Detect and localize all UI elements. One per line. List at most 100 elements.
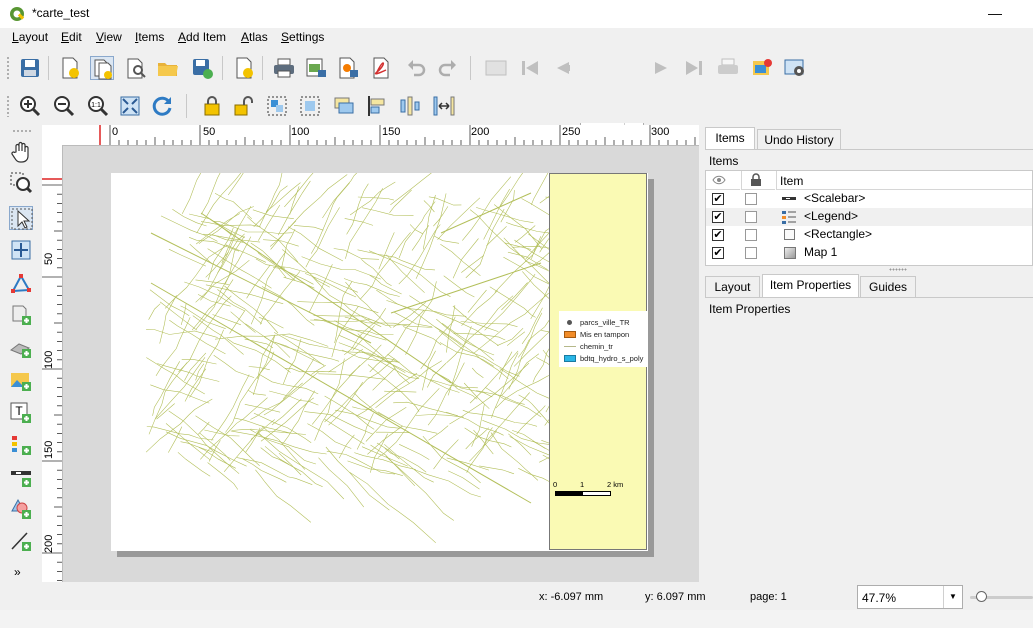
legend-item[interactable]: parcs_ville_TR Mis en tampon chemin_tr b… <box>559 311 647 367</box>
distribute-items-icon[interactable] <box>398 94 422 118</box>
group-items-icon[interactable] <box>265 94 289 118</box>
zoom-combobox[interactable]: 47.7% ▼ <box>857 585 963 609</box>
add-map-icon[interactable] <box>9 303 33 327</box>
ruler-label: 250 <box>562 126 581 138</box>
undo-icon[interactable] <box>404 56 428 80</box>
resize-items-icon[interactable] <box>432 94 456 118</box>
splitter-handle[interactable] <box>889 268 907 271</box>
menu-view[interactable]: View <box>96 30 122 44</box>
add-polyline-icon[interactable] <box>9 529 33 553</box>
map-item[interactable] <box>111 173 549 551</box>
ruler-label: 50 <box>203 126 216 138</box>
visibility-checkbox[interactable]: ✔ <box>712 229 724 241</box>
menu-settings[interactable]: Settings <box>281 30 324 44</box>
tab-item-properties[interactable]: Item Properties <box>762 274 859 297</box>
next-feature-icon[interactable] <box>650 56 674 80</box>
refresh-icon[interactable] <box>150 94 174 118</box>
new-layout-icon[interactable] <box>58 56 82 80</box>
column-visibility[interactable] <box>706 171 740 190</box>
zoom-full-icon[interactable] <box>118 94 142 118</box>
print-icon[interactable] <box>272 56 296 80</box>
select-move-item-icon[interactable] <box>9 206 33 230</box>
column-lock[interactable] <box>741 171 775 190</box>
raise-items-icon[interactable] <box>332 94 356 118</box>
add-pages-icon[interactable] <box>232 56 256 80</box>
add-label-icon[interactable]: T <box>9 401 33 425</box>
menu-atlas[interactable]: Atlas <box>241 30 268 44</box>
atlas-preview-icon[interactable] <box>484 56 508 80</box>
add-3d-map-icon[interactable] <box>9 336 33 360</box>
tree-row-rectangle[interactable]: ✔ <Rectangle> <box>706 226 1032 244</box>
toolbar-grip[interactable] <box>6 56 10 80</box>
scalebar-item[interactable]: 0 1 2 km <box>551 480 641 504</box>
tab-guides[interactable]: Guides <box>860 276 916 297</box>
layout-canvas[interactable]: parcs_ville_TR Mis en tampon chemin_tr b… <box>63 146 699 582</box>
menu-layout[interactable]: Layout <box>12 30 48 44</box>
save-template-icon[interactable] <box>190 56 214 80</box>
save-layout-icon[interactable] <box>18 56 42 80</box>
duplicate-layout-icon[interactable] <box>90 56 114 80</box>
edit-nodes-icon[interactable] <box>9 271 33 295</box>
lock-checkbox[interactable] <box>745 247 757 259</box>
lock-items-icon[interactable] <box>200 94 224 118</box>
page-readout: page: 1 <box>750 591 787 603</box>
tree-row-scalebar[interactable]: ✔ <Scalebar> <box>706 190 1032 208</box>
layout-page[interactable]: parcs_ville_TR Mis en tampon chemin_tr b… <box>111 173 648 551</box>
tab-items[interactable]: Items <box>705 127 755 150</box>
add-legend-icon[interactable] <box>9 433 33 457</box>
lock-checkbox[interactable] <box>745 193 757 205</box>
visibility-checkbox[interactable]: ✔ <box>712 193 724 205</box>
pan-hand-icon[interactable] <box>9 140 33 164</box>
slider-handle[interactable] <box>976 591 987 602</box>
tab-undo-history[interactable]: Undo History <box>757 129 841 150</box>
move-item-content-icon[interactable] <box>9 238 33 262</box>
add-scalebar-icon[interactable] <box>9 465 33 489</box>
separator <box>262 56 263 80</box>
tree-row-legend[interactable]: ✔ <Legend> <box>706 208 1032 226</box>
zoom-out-icon[interactable] <box>52 94 76 118</box>
print-atlas-icon[interactable] <box>716 56 740 80</box>
chevron-down-icon[interactable]: ▼ <box>943 586 962 608</box>
toolbar-grip[interactable] <box>6 95 10 117</box>
menu-items[interactable]: Items <box>135 30 164 44</box>
add-picture-icon[interactable] <box>9 369 33 393</box>
redo-icon[interactable] <box>436 56 460 80</box>
visibility-checkbox[interactable]: ✔ <box>712 247 724 259</box>
items-tree[interactable]: Item ✔ <Scalebar> ✔ <Legend> ✔ <Rectangl… <box>705 170 1033 266</box>
unlock-items-icon[interactable] <box>232 94 256 118</box>
open-template-icon[interactable] <box>156 56 180 80</box>
lock-checkbox[interactable] <box>745 229 757 241</box>
right-dock: Items Undo History Items Item ✔ <Scaleba… <box>703 125 1033 585</box>
export-atlas-icon[interactable] <box>750 56 774 80</box>
menu-add-item[interactable]: Add Item <box>178 30 226 44</box>
ruler-label: 50 <box>43 252 55 265</box>
zoom-actual-icon[interactable]: 1:1 <box>86 94 110 118</box>
zoom-tool-icon[interactable] <box>9 171 33 195</box>
align-left-icon[interactable] <box>365 94 389 118</box>
fill-symbol-icon <box>564 331 576 338</box>
visibility-checkbox[interactable]: ✔ <box>712 211 724 223</box>
minimize-button[interactable]: — <box>975 0 1015 28</box>
first-feature-icon[interactable] <box>518 56 542 80</box>
tab-layout[interactable]: Layout <box>705 276 760 297</box>
tree-row-map[interactable]: ✔ Map 1 <box>706 244 1032 262</box>
zoom-in-icon[interactable] <box>18 94 42 118</box>
column-item[interactable]: Item <box>776 171 1032 190</box>
last-feature-icon[interactable] <box>682 56 706 80</box>
zoom-slider[interactable] <box>970 590 1033 604</box>
export-pdf-icon[interactable] <box>370 56 394 80</box>
toolbox-grip[interactable] <box>12 129 32 133</box>
export-svg-icon[interactable] <box>336 56 360 80</box>
more-tools-chevron-icon[interactable]: » <box>14 565 21 579</box>
ungroup-items-icon[interactable] <box>298 94 322 118</box>
export-image-icon[interactable] <box>304 56 328 80</box>
cursor-x-readout: x: -6.097 mm <box>539 591 604 603</box>
vertical-ruler[interactable]: 50 100 150 200 <box>42 145 63 582</box>
horizontal-ruler[interactable]: 0 50 100 150 200 250 300 <box>42 125 699 146</box>
menu-edit[interactable]: Edit <box>61 30 82 44</box>
previous-feature-icon[interactable] <box>550 56 574 80</box>
lock-checkbox[interactable] <box>745 211 757 223</box>
add-shape-icon[interactable] <box>9 497 33 521</box>
atlas-settings-icon[interactable] <box>783 56 807 80</box>
layout-manager-icon[interactable] <box>124 56 148 80</box>
